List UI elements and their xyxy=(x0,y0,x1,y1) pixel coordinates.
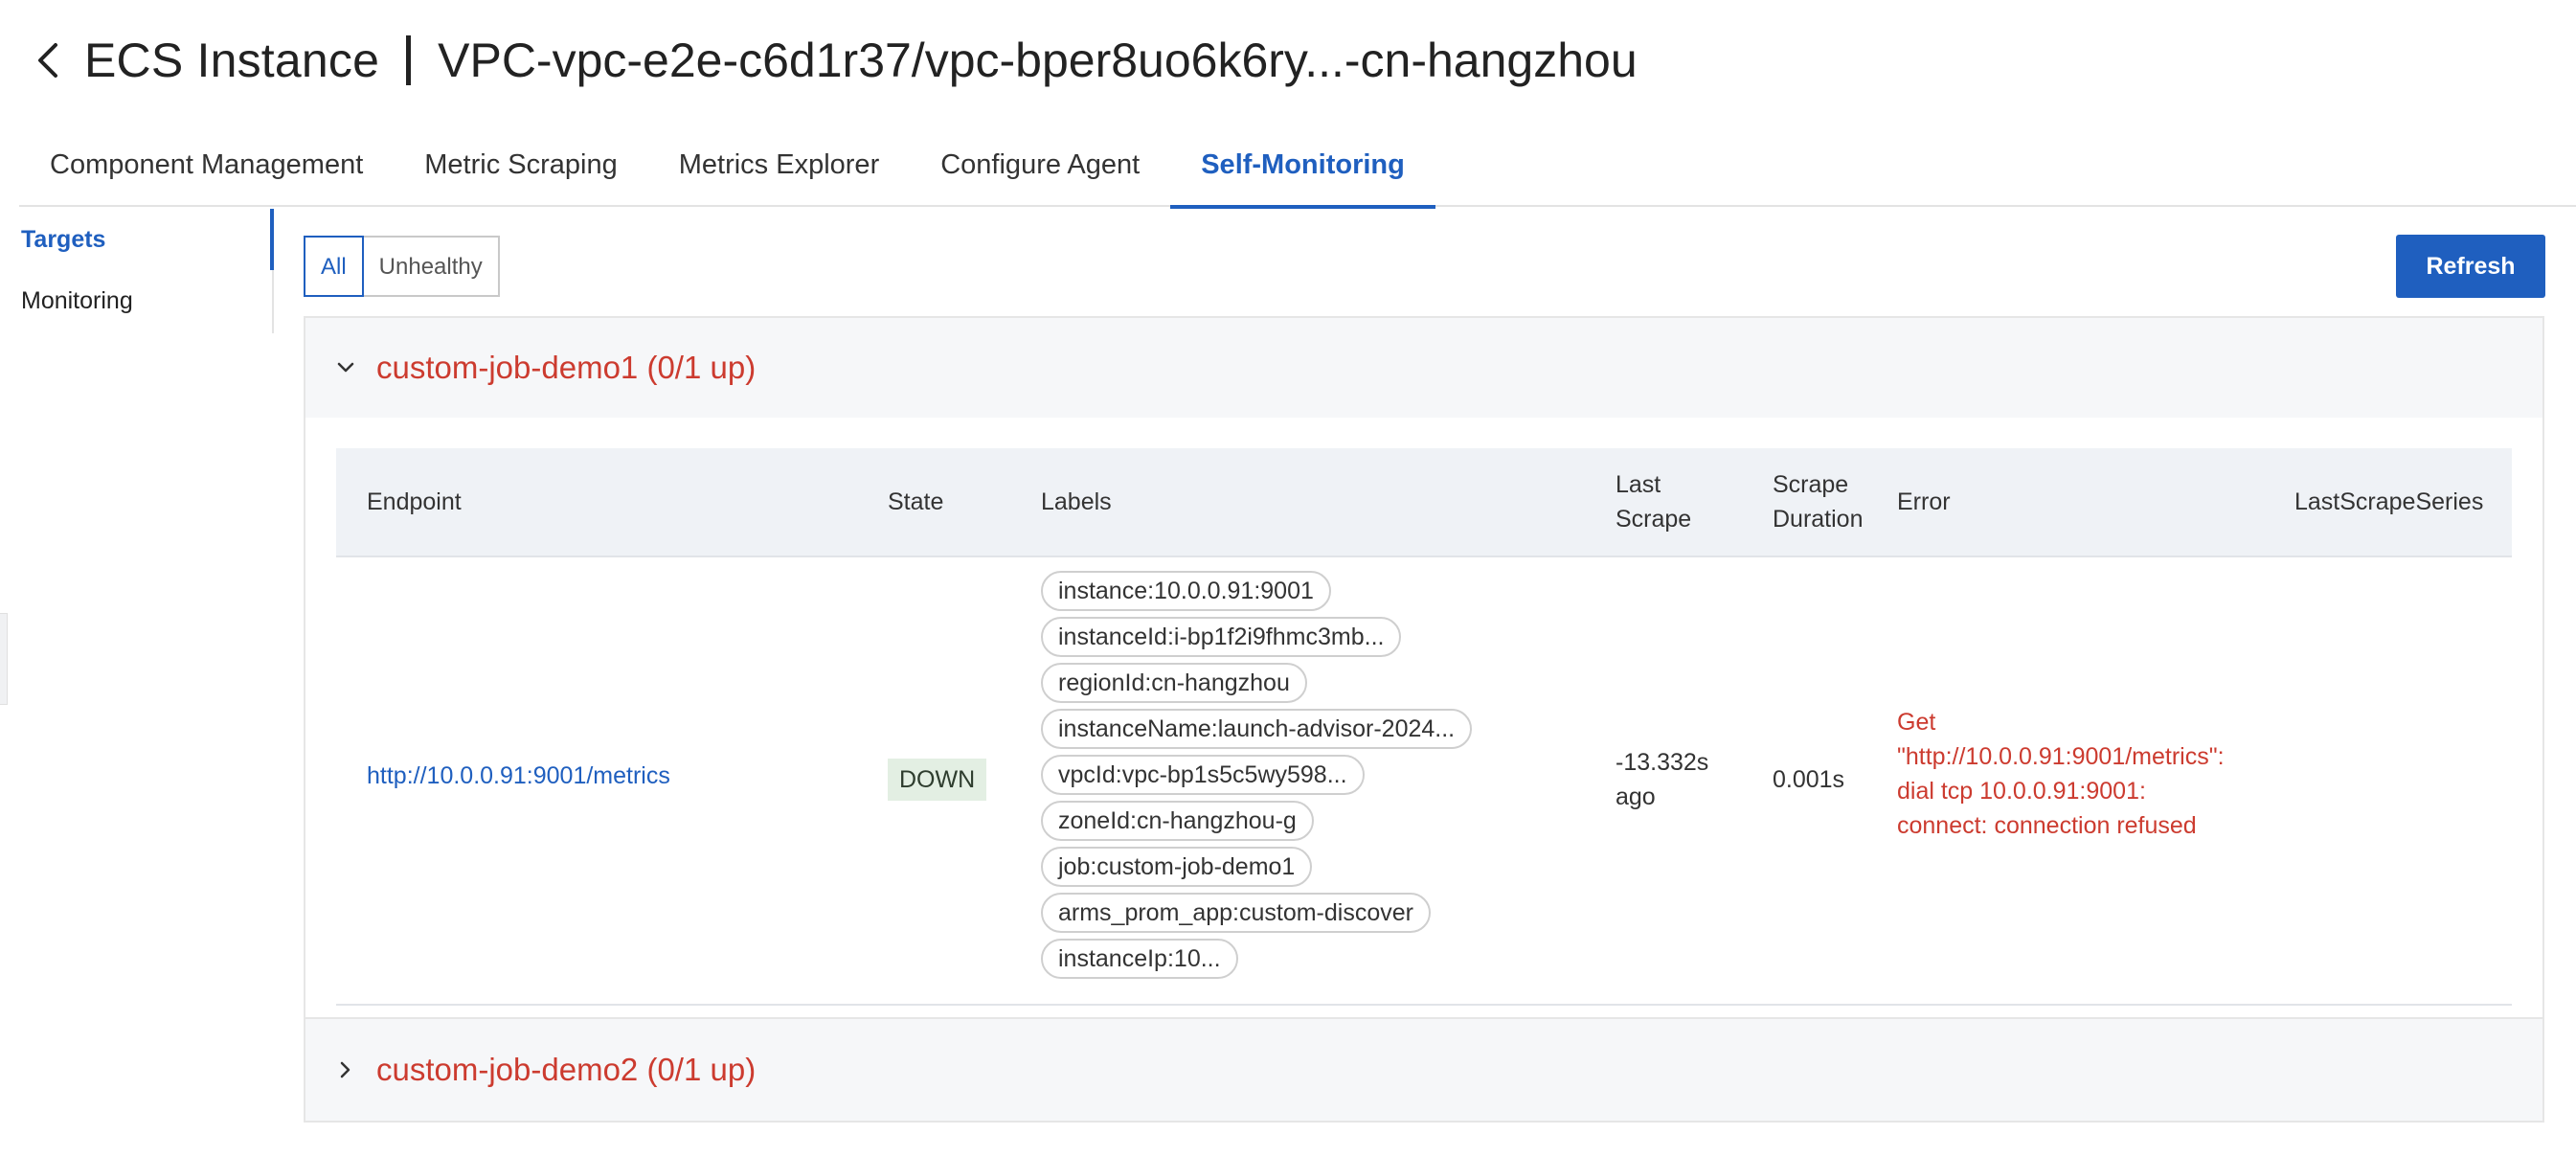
label-tag: instanceId:i-bp1f2i9fhmc3mb... xyxy=(1041,617,1402,657)
title-separator xyxy=(406,35,412,85)
labels-list: instance:10.0.0.91:9001 instanceId:i-bp1… xyxy=(1041,571,1539,985)
job-panel: custom-job-demo1 (0/1 up) Endpoint State… xyxy=(304,316,2544,1022)
error-line: connect: connection refused xyxy=(1897,812,2197,839)
endpoint-link[interactable]: http://10.0.0.91:9001/metrics xyxy=(367,762,670,790)
status-badge: DOWN xyxy=(888,759,987,801)
tab-bar: Component Management Metric Scraping Met… xyxy=(19,134,2576,209)
tab-component-management[interactable]: Component Management xyxy=(19,134,394,207)
error-line: Get xyxy=(1897,709,1936,736)
label-tag: regionId:cn-hangzhou xyxy=(1041,663,1307,703)
tab-self-monitoring[interactable]: Self-Monitoring xyxy=(1170,134,1435,209)
label-tag: job:custom-job-demo1 xyxy=(1041,847,1313,887)
filter-unhealthy-button[interactable]: Unhealthy xyxy=(363,236,500,297)
job-panel: custom-job-demo2 (0/1 up) xyxy=(304,1017,2544,1123)
chevron-right-icon xyxy=(334,1058,357,1081)
column-header-last-scrape-line1: Last xyxy=(1616,471,1661,498)
tab-configure-agent[interactable]: Configure Agent xyxy=(910,134,1170,207)
page-header: ECS Instance VPC-vpc-e2e-c6d1r37/vpc-bpe… xyxy=(29,27,1638,94)
refresh-button[interactable]: Refresh xyxy=(2396,235,2545,298)
side-nav: Targets Monitoring xyxy=(0,209,274,333)
error-message: Get "http://10.0.0.91:9001/metrics": dia… xyxy=(1897,705,2271,843)
page-title: ECS Instance xyxy=(84,34,380,87)
label-tag: instance:10.0.0.91:9001 xyxy=(1041,571,1331,611)
last-scrape-value-line2: ago xyxy=(1616,783,1656,810)
health-filter: All Unhealthy xyxy=(304,236,500,297)
tab-metric-scraping[interactable]: Metric Scraping xyxy=(394,134,647,207)
label-tag: zoneId:cn-hangzhou-g xyxy=(1041,801,1314,841)
column-header-last-scrape-line2: Scrape xyxy=(1616,506,1692,533)
column-header-scrape-duration-line1: Scrape xyxy=(1773,471,1849,498)
label-tag: instanceIp:10... xyxy=(1041,939,1238,979)
job-panel-header[interactable]: custom-job-demo1 (0/1 up) xyxy=(305,318,2542,418)
label-tag: instanceName:launch-advisor-2024... xyxy=(1041,709,1473,749)
label-tag: vpcId:vpc-bp1s5c5wy598... xyxy=(1041,755,1365,795)
column-header-labels: Labels xyxy=(1041,488,1112,515)
sidebar-item-targets[interactable]: Targets xyxy=(0,209,274,270)
scrape-duration-value: 0.001s xyxy=(1773,766,1845,793)
job-title: custom-job-demo2 (0/1 up) xyxy=(376,1052,757,1087)
column-header-endpoint: Endpoint xyxy=(367,488,462,515)
column-header-last-scrape: Last Scrape xyxy=(1616,467,1691,536)
column-header-scrape-duration-line2: Duration xyxy=(1773,506,1864,533)
back-arrow-icon[interactable] xyxy=(29,41,67,79)
last-scrape-value: -13.332s ago xyxy=(1616,745,1708,814)
column-header-error: Error xyxy=(1897,488,1951,515)
page-subtitle: VPC-vpc-e2e-c6d1r37/vpc-bper8uo6k6ry...-… xyxy=(438,34,1638,87)
job-panel-header[interactable]: custom-job-demo2 (0/1 up) xyxy=(305,1019,2542,1121)
tab-metrics-explorer[interactable]: Metrics Explorer xyxy=(648,134,911,207)
targets-table-header: Endpoint State Labels Last Scrape Scrape… xyxy=(336,448,2512,557)
column-header-scrape-duration: Scrape Duration xyxy=(1773,467,1864,536)
last-scrape-value-line1: -13.332s xyxy=(1616,749,1709,776)
sidebar-collapse-handle[interactable] xyxy=(0,613,8,705)
error-line: dial tcp 10.0.0.91:9001: xyxy=(1897,778,2146,805)
column-header-state: State xyxy=(888,488,944,515)
sidebar-item-monitoring[interactable]: Monitoring xyxy=(0,270,272,331)
job-title: custom-job-demo1 (0/1 up) xyxy=(376,350,757,385)
label-tag: arms_prom_app:custom-discover xyxy=(1041,893,1431,933)
error-line: "http://10.0.0.91:9001/metrics": xyxy=(1897,743,2225,770)
table-row: http://10.0.0.91:9001/metrics DOWN insta… xyxy=(336,557,2512,1006)
chevron-down-icon xyxy=(334,356,357,379)
filter-all-button[interactable]: All xyxy=(304,236,364,297)
column-header-last-scrape-series: LastScrapeSeries xyxy=(2294,488,2484,515)
